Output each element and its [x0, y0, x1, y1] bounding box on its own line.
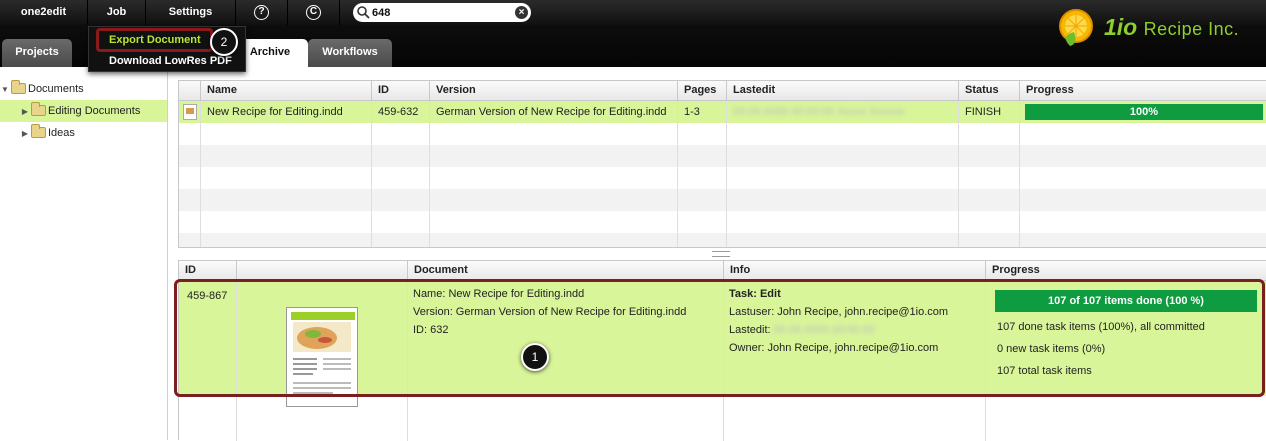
empty-row	[179, 167, 1266, 189]
tree-item-label: Documents	[28, 83, 84, 95]
column-header-name[interactable]: Name	[201, 81, 372, 101]
search-field[interactable]: ×	[353, 3, 531, 22]
menu-app[interactable]: one2edit	[0, 0, 88, 25]
task-row-highlight-outline	[174, 279, 1265, 397]
column-header-id[interactable]: ID	[179, 261, 237, 281]
callout-badge-2: 2	[210, 28, 238, 56]
column-divider	[429, 101, 430, 247]
empty-row	[179, 233, 1266, 247]
menu-job[interactable]: Job	[88, 0, 146, 25]
tab-projects[interactable]: Projects	[2, 39, 72, 67]
empty-row	[179, 123, 1266, 145]
search-input[interactable]	[372, 4, 512, 21]
cell-lastedit: 00.00.0000 00:00:00 Xxxxx Xxxxxx	[733, 106, 905, 118]
cell-id: 459-632	[378, 106, 419, 118]
cell-version: German Version of New Recipe for Editing…	[436, 106, 667, 118]
column-header-id[interactable]: ID	[372, 81, 430, 101]
copyright-icon: C	[306, 4, 321, 20]
column-divider	[200, 101, 201, 247]
company-logo: 1io Recipe Inc.	[1056, 6, 1239, 56]
column-header-preview	[237, 261, 408, 281]
tree-item-editing-documents[interactable]: ▶ Editing Documents	[0, 100, 167, 122]
progress-bar: 100%	[1025, 104, 1263, 120]
question-icon: ?	[254, 4, 269, 20]
folder-icon	[11, 79, 26, 94]
column-divider	[371, 101, 372, 247]
cell-pages: 1-3	[684, 106, 700, 118]
documents-grid: Name ID Version Pages Lastedit Status Pr…	[178, 80, 1266, 248]
column-header-version[interactable]: Version	[430, 81, 678, 101]
column-header-icon	[179, 81, 201, 101]
clear-search-icon[interactable]: ×	[515, 6, 528, 19]
column-header-info[interactable]: Info	[724, 261, 986, 281]
column-header-progress[interactable]: Progress	[986, 261, 1266, 281]
cell-status: FINISH	[965, 106, 1002, 118]
tree-item-documents[interactable]: ▼ Documents	[0, 78, 167, 100]
empty-row	[179, 145, 1266, 167]
cell-name: New Recipe for Editing.indd	[207, 106, 343, 118]
column-header-document[interactable]: Document	[408, 261, 724, 281]
column-header-pages[interactable]: Pages	[678, 81, 727, 101]
collapsed-arrow-icon[interactable]: ▶	[20, 101, 30, 123]
column-divider	[726, 101, 727, 247]
column-divider	[1019, 101, 1020, 247]
refresh-button[interactable]: C	[288, 0, 340, 25]
callout-badge-1: 1	[521, 343, 549, 371]
menu-settings[interactable]: Settings	[146, 0, 236, 25]
lemon-logo-icon	[1059, 9, 1093, 46]
tab-workflows[interactable]: Workflows	[308, 39, 392, 67]
folder-tree: ▼ Documents ▶ Editing Documents ▶ Ideas	[0, 67, 168, 440]
logo-text: 1io Recipe Inc.	[1104, 14, 1240, 40]
tree-item-label: Ideas	[48, 127, 75, 139]
column-header-lastedit[interactable]: Lastedit	[727, 81, 959, 101]
empty-row	[179, 189, 1266, 211]
document-thumbnail-icon	[183, 104, 197, 120]
expanded-arrow-icon[interactable]: ▼	[0, 79, 10, 101]
column-divider	[677, 101, 678, 247]
search-icon	[357, 6, 370, 19]
folder-icon	[31, 101, 46, 116]
export-highlight-outline	[96, 28, 213, 52]
empty-row	[179, 211, 1266, 233]
tree-item-ideas[interactable]: ▶ Ideas	[0, 122, 167, 144]
folder-icon	[31, 123, 46, 138]
tree-item-label: Editing Documents	[48, 105, 141, 117]
collapsed-arrow-icon[interactable]: ▶	[20, 123, 30, 145]
help-button[interactable]: ?	[236, 0, 288, 25]
column-header-status[interactable]: Status	[959, 81, 1020, 101]
column-header-progress[interactable]: Progress	[1020, 81, 1266, 101]
pane-splitter-handle[interactable]	[712, 251, 730, 257]
column-divider	[958, 101, 959, 247]
table-row[interactable]: New Recipe for Editing.indd 459-632 Germ…	[179, 101, 1266, 123]
